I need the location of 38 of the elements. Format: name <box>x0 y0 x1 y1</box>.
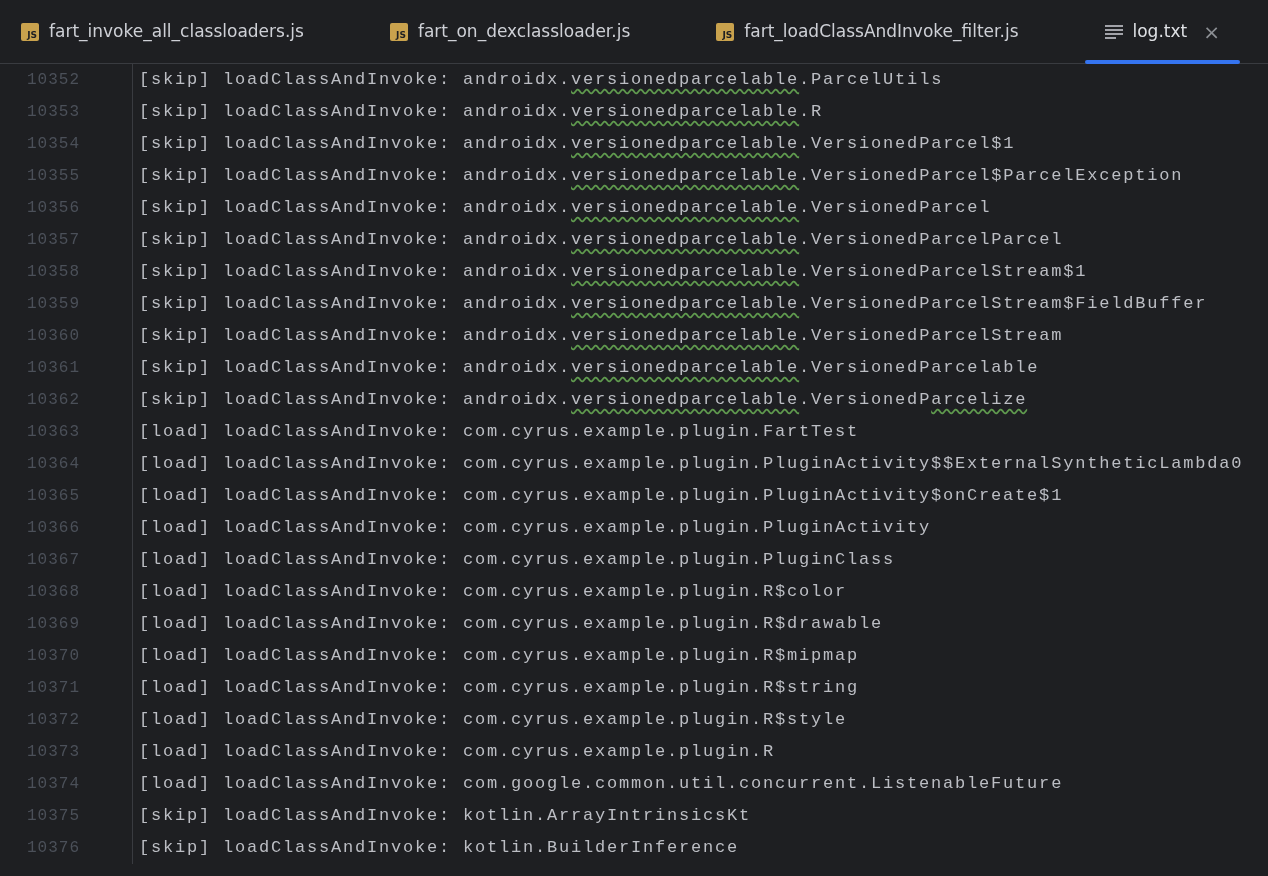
log-line: [load] loadClassAndInvoke: com.cyrus.example.plugin.R <box>139 741 776 764</box>
log-line: [skip] loadClassAndInvoke: androidx.versionedparcelable.VersionedParcelable <box>139 357 1040 380</box>
js-file-icon: JS <box>716 22 735 41</box>
log-line: [skip] loadClassAndInvoke: androidx.versionedparcelable.VersionedParcelStream$1 <box>139 261 1088 284</box>
log-line: [skip] loadClassAndInvoke: androidx.versionedparcelable.VersionedParcelStream <box>139 325 1064 348</box>
log-line: [load] loadClassAndInvoke: com.cyrus.example.plugin.PluginActivity <box>139 517 932 540</box>
close-icon[interactable]: × <box>1203 21 1220 42</box>
log-line: [skip] loadClassAndInvoke: androidx.versionedparcelable.R <box>139 101 824 124</box>
log-line: [skip] loadClassAndInvoke: androidx.versionedparcelable.ParcelUtils <box>139 69 944 92</box>
tab-label: fart_loadClassAndInvoke_filter.js <box>744 19 1019 44</box>
js-file-icon: JS <box>21 22 39 41</box>
log-line: [skip] loadClassAndInvoke: androidx.versionedparcelable.VersionedParcelStream$FieldBuffer <box>139 293 1208 316</box>
file-tab[interactable]: JS fart_on_dexclassloader.js <box>369 0 651 63</box>
log-line: [skip] loadClassAndInvoke: kotlin.BuilderInference <box>139 837 740 860</box>
log-line: [load] loadClassAndInvoke: com.cyrus.example.plugin.PluginActivity$$ExternalSyntheticLambda0 <box>139 453 1244 476</box>
tab-label: fart_invoke_all_classloaders.js <box>49 19 304 44</box>
text-file-icon <box>1104 24 1123 39</box>
log-line: [skip] loadClassAndInvoke: kotlin.ArrayIntrinsicsKt <box>139 805 752 828</box>
log-line: [load] loadClassAndInvoke: com.cyrus.example.plugin.R$style <box>139 709 848 732</box>
log-line: [load] loadClassAndInvoke: com.cyrus.example.plugin.PluginClass <box>139 549 896 572</box>
tab-label: log.txt <box>1132 19 1188 43</box>
log-line: [skip] loadClassAndInvoke: androidx.versionedparcelable.VersionedParcel$ParcelException <box>139 165 1184 188</box>
log-line: [load] loadClassAndInvoke: com.cyrus.example.plugin.R$color <box>139 581 848 604</box>
tab-label: fart_on_dexclassloader.js <box>417 19 631 44</box>
file-tab[interactable]: JS fart_invoke_all_classloaders.js <box>1 0 324 63</box>
js-file-icon: JS <box>389 22 408 41</box>
log-line: [load] loadClassAndInvoke: com.cyrus.example.plugin.R$drawable <box>139 613 884 636</box>
log-line: [skip] loadClassAndInvoke: androidx.versionedparcelable.VersionedParcelize <box>139 389 1028 412</box>
log-line: [load] loadClassAndInvoke: com.cyrus.example.plugin.R$string <box>139 677 860 700</box>
log-line: [load] loadClassAndInvoke: com.cyrus.example.plugin.PluginActivity$onCreate$1 <box>139 485 1064 508</box>
file-tab[interactable]: JS fart_loadClassAndInvoke_filter.js <box>696 0 1039 63</box>
log-line: [load] loadClassAndInvoke: com.cyrus.example.plugin.FartTest <box>139 421 860 444</box>
log-line: [skip] loadClassAndInvoke: androidx.versionedparcelable.VersionedParcel <box>139 197 992 220</box>
log-line: [load] loadClassAndInvoke: com.cyrus.example.plugin.R$mipmap <box>139 645 860 668</box>
log-line: [skip] loadClassAndInvoke: androidx.versionedparcelable.VersionedParcel$1 <box>139 133 1016 156</box>
log-line: [skip] loadClassAndInvoke: androidx.versionedparcelable.VersionedParcelParcel <box>139 229 1064 252</box>
file-tab[interactable]: log.txt × <box>1084 0 1240 63</box>
log-line: [load] loadClassAndInvoke: com.google.common.util.concurrent.ListenableFuture <box>139 773 1064 796</box>
